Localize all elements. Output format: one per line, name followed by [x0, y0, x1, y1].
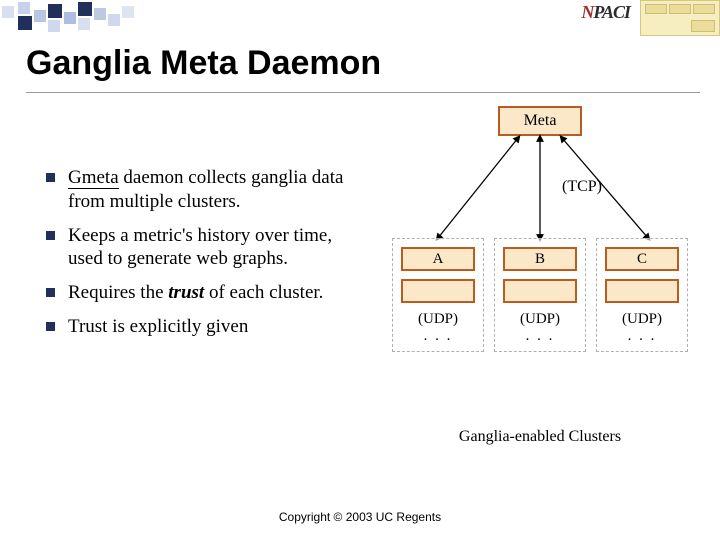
logo-badge [640, 0, 720, 36]
logo-rest: PACI [593, 2, 630, 22]
bullet-list: Gmeta daemon collects ganglia data from … [46, 166, 356, 349]
cluster-b-dots: . . . [495, 328, 585, 345]
bullet-3-pre: Requires the [68, 282, 168, 303]
cluster-a-dots: . . . [393, 328, 483, 345]
cluster-c-dots: . . . [597, 328, 687, 345]
cluster-c-label: C [605, 247, 679, 271]
bullet-1-lead: Gmeta [68, 167, 119, 189]
bullet-2: Keeps a metric's history over time, used… [46, 224, 356, 272]
title-rule [26, 92, 700, 93]
cluster-b-label: B [503, 247, 577, 271]
logo-n: N [581, 2, 593, 22]
clusters-caption: Ganglia-enabled Clusters [380, 428, 700, 446]
meta-box: Meta [498, 106, 582, 136]
bullet-3-em: trust [168, 282, 204, 303]
bullet-4: Trust is explicitly given [46, 315, 356, 339]
bullet-1: Gmeta daemon collects ganglia data from … [46, 166, 356, 214]
copyright: Copyright © 2003 UC Regents [0, 510, 720, 524]
cluster-b-box2 [503, 279, 577, 303]
tcp-label: (TCP) [562, 178, 602, 196]
cluster-a-udp: (UDP) [393, 311, 483, 328]
cluster-b-udp: (UDP) [495, 311, 585, 328]
cluster-a-label: A [401, 247, 475, 271]
bullet-3-post: of each cluster. [204, 282, 323, 303]
cluster-c-box2 [605, 279, 679, 303]
diagram: Meta (TCP) A (UDP) . . . B (UDP) . . . [380, 106, 700, 446]
slide: NPACI Ganglia Meta Daemon Gmeta daemon c… [0, 0, 720, 540]
cluster-c: C (UDP) . . . [596, 238, 688, 352]
bullet-3: Requires the trust of each cluster. [46, 281, 356, 305]
cluster-a-box2 [401, 279, 475, 303]
cluster-a: A (UDP) . . . [392, 238, 484, 352]
logo-npaci: NPACI [581, 2, 630, 23]
page-title: Ganglia Meta Daemon [26, 44, 381, 83]
cluster-c-udp: (UDP) [597, 311, 687, 328]
cluster-b: B (UDP) . . . [494, 238, 586, 352]
